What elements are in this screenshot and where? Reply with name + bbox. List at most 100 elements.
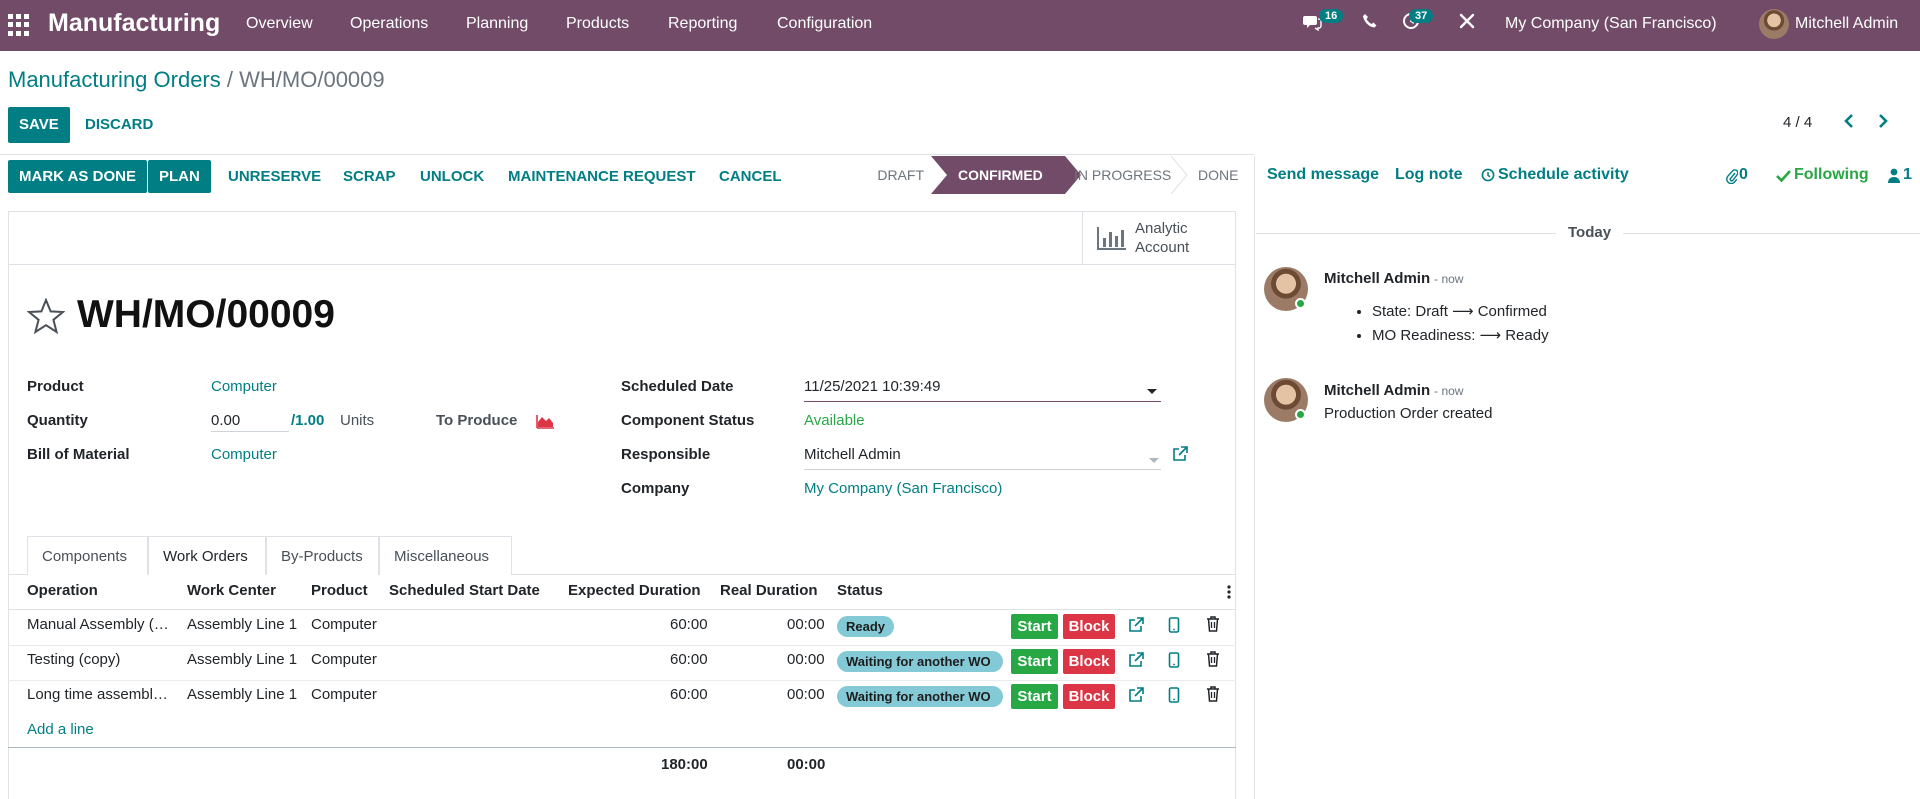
optional-columns-icon[interactable] bbox=[1227, 584, 1231, 605]
table-row-work-center[interactable]: Assembly Line 1 bbox=[187, 651, 302, 668]
menu-configuration[interactable]: Configuration bbox=[777, 15, 872, 33]
tablet-icon[interactable] bbox=[1168, 687, 1180, 707]
message-author[interactable]: Mitchell Admin - now bbox=[1324, 382, 1463, 399]
delete-icon[interactable] bbox=[1206, 686, 1220, 706]
block-button[interactable]: Block bbox=[1063, 684, 1115, 709]
delete-icon[interactable] bbox=[1206, 651, 1220, 671]
pager-previous-icon[interactable] bbox=[1842, 112, 1856, 135]
mark-as-done-button[interactable]: MARK AS DONE bbox=[8, 160, 147, 193]
stage-confirmed[interactable]: CONFIRMED bbox=[958, 156, 1068, 194]
stage-in-progress[interactable]: IN PROGRESS bbox=[1074, 156, 1174, 194]
cancel-button[interactable]: CANCEL bbox=[708, 160, 793, 193]
table-row-product[interactable]: Computer bbox=[311, 651, 381, 668]
chatter-panel bbox=[1254, 156, 1920, 799]
menu-products[interactable]: Products bbox=[566, 15, 629, 33]
responsible-field[interactable]: Mitchell Admin bbox=[804, 446, 1161, 470]
pager-value[interactable]: 4 / 4 bbox=[1783, 114, 1812, 131]
uom-field[interactable]: Units bbox=[340, 412, 374, 429]
unreserve-button[interactable]: UNRESERVE bbox=[217, 160, 332, 193]
app-name[interactable]: Manufacturing bbox=[48, 9, 220, 38]
analytic-account-smart-button[interactable]: Analytic Account bbox=[1082, 211, 1236, 264]
menu-planning[interactable]: Planning bbox=[466, 15, 528, 33]
tab-components[interactable]: Components bbox=[27, 536, 148, 575]
tab-by-products[interactable]: By-Products bbox=[266, 536, 379, 575]
start-button[interactable]: Start bbox=[1011, 649, 1058, 674]
following-button[interactable]: Following bbox=[1794, 166, 1869, 184]
start-button[interactable]: Start bbox=[1011, 614, 1058, 639]
tab-miscellaneous[interactable]: Miscellaneous bbox=[379, 536, 512, 575]
column-expected-duration[interactable]: Expected Duration bbox=[568, 582, 701, 599]
smart-button-line2: Account bbox=[1135, 239, 1190, 256]
save-button[interactable]: SAVE bbox=[8, 107, 70, 143]
pager-next-icon[interactable] bbox=[1876, 112, 1890, 135]
user-avatar[interactable] bbox=[1759, 9, 1789, 39]
tablet-icon[interactable] bbox=[1168, 617, 1180, 637]
table-row-work-center[interactable]: Assembly Line 1 bbox=[187, 686, 302, 703]
column-product[interactable]: Product bbox=[311, 582, 368, 599]
unlock-button[interactable]: UNLOCK bbox=[409, 160, 495, 193]
scheduled-date-caret-icon[interactable] bbox=[1147, 383, 1157, 401]
phone-icon[interactable] bbox=[1362, 13, 1378, 34]
stage-done[interactable]: DONE bbox=[1198, 156, 1238, 194]
open-workorder-icon[interactable] bbox=[1128, 617, 1144, 637]
scrap-button[interactable]: SCRAP bbox=[332, 160, 407, 193]
table-row-operation[interactable]: Testing (copy) bbox=[27, 651, 175, 668]
app-menu-icon[interactable] bbox=[8, 14, 30, 36]
maintenance-request-button[interactable]: MAINTENANCE REQUEST bbox=[497, 160, 707, 193]
scheduled-date-input[interactable]: 11/25/2021 10:39:49 bbox=[804, 378, 1161, 402]
company-switcher[interactable]: My Company (San Francisco) bbox=[1505, 15, 1717, 33]
table-row-product[interactable]: Computer bbox=[311, 686, 381, 703]
column-status[interactable]: Status bbox=[837, 582, 883, 599]
tracking-value: MO Readiness: ⟶ Ready bbox=[1372, 324, 1549, 348]
quantity-total: /1.00 bbox=[291, 412, 325, 429]
table-row-product[interactable]: Computer bbox=[311, 616, 381, 633]
message-author[interactable]: Mitchell Admin - now bbox=[1324, 270, 1463, 287]
table-row-expected: 60:00 bbox=[670, 686, 708, 703]
tab-work-orders[interactable]: Work Orders bbox=[148, 536, 266, 575]
responsible-label: Responsible bbox=[621, 446, 711, 463]
plan-button[interactable]: PLAN bbox=[148, 160, 211, 193]
company-field[interactable]: My Company (San Francisco) bbox=[804, 480, 1002, 497]
table-row-operation[interactable]: Long time assembly (copy) bbox=[27, 686, 175, 703]
user-menu[interactable]: Mitchell Admin bbox=[1795, 15, 1898, 33]
product-field[interactable]: Computer bbox=[211, 378, 277, 395]
column-work-center[interactable]: Work Center bbox=[187, 582, 276, 599]
menu-operations[interactable]: Operations bbox=[350, 15, 428, 33]
external-link-icon[interactable] bbox=[1172, 446, 1188, 467]
row-line bbox=[8, 645, 1236, 646]
table-row-work-center[interactable]: Assembly Line 1 bbox=[187, 616, 302, 633]
delete-icon[interactable] bbox=[1206, 616, 1220, 636]
breadcrumb-parent[interactable]: Manufacturing Orders bbox=[8, 67, 221, 92]
table-row-operation[interactable]: Manual Assembly (copy) bbox=[27, 616, 175, 633]
discard-button[interactable]: DISCARD bbox=[74, 107, 164, 143]
start-button[interactable]: Start bbox=[1011, 684, 1058, 709]
responsible-caret-icon[interactable] bbox=[1149, 452, 1159, 470]
column-operation[interactable]: Operation bbox=[27, 582, 98, 599]
menu-overview[interactable]: Overview bbox=[246, 15, 313, 33]
block-button[interactable]: Block bbox=[1063, 649, 1115, 674]
bom-field[interactable]: Computer bbox=[211, 446, 277, 463]
top-navbar: Manufacturing Overview Operations Planni… bbox=[0, 0, 1920, 51]
schedule-activity-button[interactable]: Schedule activity bbox=[1498, 166, 1629, 184]
tablet-icon[interactable] bbox=[1168, 652, 1180, 672]
block-button[interactable]: Block bbox=[1063, 614, 1115, 639]
column-scheduled-start[interactable]: Scheduled Start Date bbox=[389, 582, 540, 599]
attachments-count[interactable]: 0 bbox=[1739, 166, 1748, 184]
debug-tools-icon[interactable] bbox=[1458, 12, 1476, 35]
stage-draft[interactable]: DRAFT bbox=[866, 156, 924, 194]
quantity-input[interactable]: 0.00 bbox=[211, 412, 289, 432]
open-workorder-icon[interactable] bbox=[1128, 687, 1144, 707]
log-note-button[interactable]: Log note bbox=[1395, 166, 1463, 184]
paperclip-icon[interactable] bbox=[1726, 168, 1739, 189]
followers-count[interactable]: 1 bbox=[1903, 166, 1912, 184]
priority-star-icon[interactable] bbox=[26, 297, 66, 339]
menu-reporting[interactable]: Reporting bbox=[668, 15, 737, 33]
followers-user-icon[interactable] bbox=[1888, 168, 1900, 188]
column-real-duration[interactable]: Real Duration bbox=[720, 582, 818, 599]
area-chart-icon[interactable] bbox=[536, 413, 554, 434]
table-row-real: 00:00 bbox=[787, 686, 825, 703]
send-message-button[interactable]: Send message bbox=[1267, 166, 1379, 184]
open-workorder-icon[interactable] bbox=[1128, 652, 1144, 672]
online-status-icon bbox=[1295, 298, 1306, 309]
add-a-line-link[interactable]: Add a line bbox=[27, 721, 94, 738]
